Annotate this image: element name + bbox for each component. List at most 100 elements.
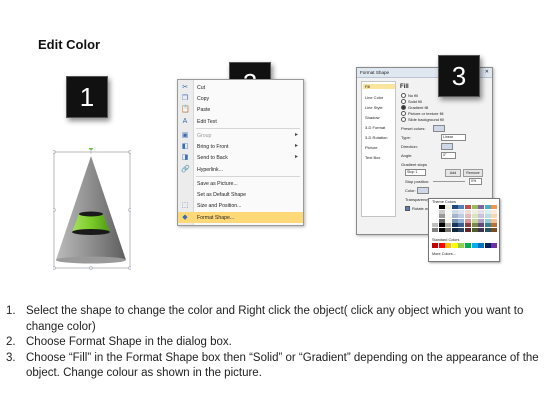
color-swatch[interactable] [478,205,485,209]
nav-item-3d-rotation[interactable]: 3-D Rotation [365,135,387,140]
color-swatch[interactable] [484,223,491,228]
color-swatch[interactable] [432,227,438,232]
direction-dropdown[interactable] [441,143,453,150]
radio-picture-fill[interactable]: Picture or texture fill [401,111,443,117]
color-swatch[interactable] [491,227,498,232]
color-swatch[interactable] [445,243,452,248]
preset-colors-dropdown[interactable] [433,125,445,132]
color-swatch[interactable] [451,227,458,232]
nav-item-3d-format[interactable]: 3-D Format [365,125,385,130]
color-swatch[interactable] [464,209,471,214]
color-swatch[interactable] [484,214,491,219]
color-swatch[interactable] [432,205,438,209]
color-swatch[interactable] [438,227,445,232]
color-swatch[interactable] [458,223,465,228]
color-swatch[interactable] [471,209,478,214]
color-swatch[interactable] [438,209,445,214]
cone-shape-preview[interactable] [53,148,131,270]
nav-item-shadow[interactable]: Shadow [365,115,379,120]
color-swatch[interactable] [471,205,478,209]
color-swatch[interactable] [445,209,452,214]
color-swatch[interactable] [471,218,478,223]
color-swatch[interactable] [478,227,485,232]
color-swatch[interactable] [451,214,458,219]
menu-item-set-default-shape[interactable]: Set as Default Shape [178,189,303,200]
color-swatch[interactable] [445,223,452,228]
color-swatch[interactable] [484,205,491,209]
type-dropdown[interactable]: Linear [441,134,466,141]
more-colors-link[interactable]: More Colors... [432,252,456,256]
color-swatch[interactable] [451,218,458,223]
color-swatch[interactable] [471,227,478,232]
standard-color-row[interactable] [432,243,498,248]
color-swatch[interactable] [445,214,452,219]
radio-gradient-fill[interactable]: Gradient fill [401,105,428,111]
color-swatch[interactable] [471,214,478,219]
radio-solid-fill[interactable]: Solid fill [401,99,422,105]
color-swatch[interactable] [451,209,458,214]
color-swatch[interactable] [464,227,471,232]
color-swatch[interactable] [438,243,445,248]
nav-item-picture[interactable]: Picture [365,145,377,150]
color-swatch[interactable] [478,209,485,214]
color-swatch[interactable] [451,223,458,228]
color-swatch[interactable] [432,214,438,219]
color-swatch[interactable] [432,218,438,223]
color-swatch[interactable] [471,243,478,248]
color-swatch[interactable] [438,205,445,209]
stop-dropdown[interactable]: Stop 1 [405,169,426,176]
color-swatch[interactable] [438,218,445,223]
theme-color-grid[interactable] [432,205,498,232]
color-swatch[interactable] [458,243,465,248]
color-swatch[interactable] [458,227,465,232]
color-swatch[interactable] [438,223,445,228]
color-swatch[interactable] [458,218,465,223]
color-swatch[interactable] [458,209,465,214]
stop-position-slider[interactable] [433,181,465,182]
remove-stop-button[interactable]: Remove [463,169,483,177]
radio-slide-background-fill[interactable]: Slide background fill [401,117,444,123]
color-swatch[interactable] [445,205,452,209]
menu-item-send-to-back[interactable]: ◨ Send to Back ▸ [178,152,303,163]
color-swatch[interactable] [458,214,465,219]
color-dropdown[interactable] [417,187,429,194]
color-swatch[interactable] [464,205,471,209]
color-swatch[interactable] [464,243,471,248]
color-swatch[interactable] [484,209,491,214]
color-swatch[interactable] [445,218,452,223]
menu-item-cut[interactable]: ✂ Cut [178,82,303,93]
color-swatch[interactable] [458,205,465,209]
color-swatch[interactable] [484,243,491,248]
menu-item-size-position[interactable]: ⬚ Size and Position... [178,200,303,211]
color-swatch[interactable] [484,218,491,223]
color-swatch[interactable] [478,214,485,219]
color-swatch[interactable] [478,243,485,248]
color-swatch[interactable] [464,218,471,223]
menu-item-bring-to-front[interactable]: ◧ Bring to Front ▸ [178,141,303,152]
color-swatch[interactable] [464,223,471,228]
color-swatch[interactable] [451,205,458,209]
color-swatch[interactable] [478,223,485,228]
color-swatch[interactable] [464,214,471,219]
color-swatch[interactable] [491,243,498,248]
menu-item-paste[interactable]: 📋 Paste [178,104,303,115]
close-icon[interactable]: ✕ [485,69,489,75]
color-swatch[interactable] [445,227,452,232]
nav-item-line-color[interactable]: Line Color [365,95,383,100]
add-stop-button[interactable]: Add [445,169,461,177]
nav-item-line-style[interactable]: Line Style [365,105,383,110]
color-swatch[interactable] [491,223,498,228]
nav-item-fill[interactable]: Fill [363,84,395,89]
menu-item-save-as-picture[interactable]: Save as Picture... [178,178,303,189]
color-swatch[interactable] [432,209,438,214]
angle-input[interactable]: 0° [441,152,456,159]
color-swatch[interactable] [491,218,498,223]
color-swatch[interactable] [438,214,445,219]
color-swatch[interactable] [484,227,491,232]
color-swatch[interactable] [491,214,498,219]
color-swatch[interactable] [432,243,438,248]
nav-item-text-box[interactable]: Text Box [365,155,380,160]
radio-no-fill[interactable]: No fill [401,93,418,99]
color-swatch[interactable] [432,223,438,228]
color-swatch[interactable] [471,223,478,228]
